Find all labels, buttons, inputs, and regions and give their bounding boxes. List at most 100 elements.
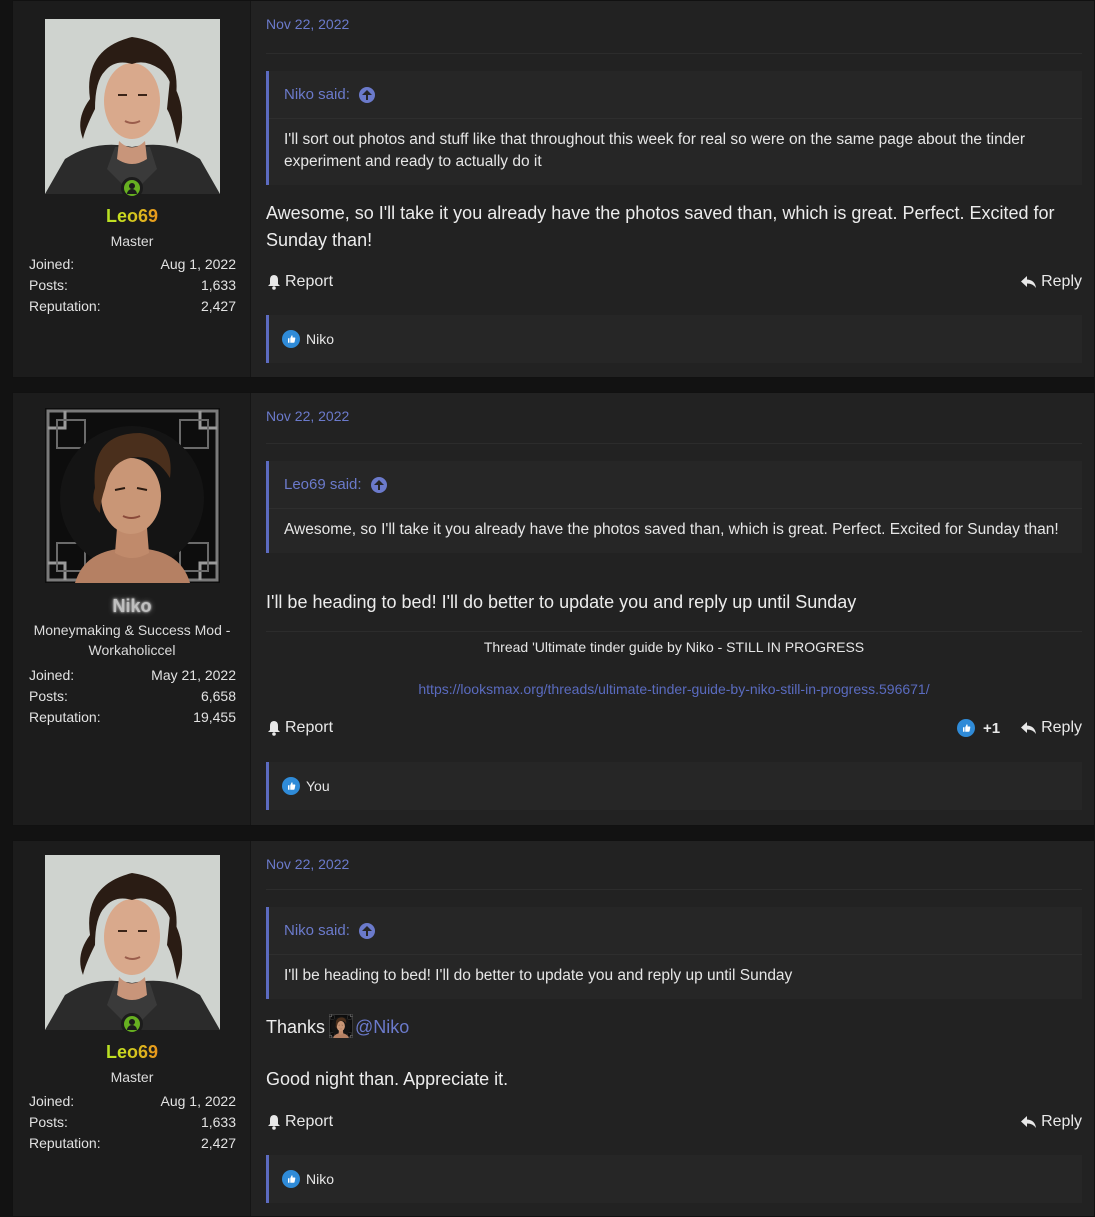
user-stats: Joined: Aug 1, 2022 Posts: 1,633 Reputatio…	[29, 1091, 236, 1154]
quote-block: Niko said: I'll be heading to bed! I'll …	[266, 907, 1082, 999]
reaction-summary[interactable]: +1	[956, 719, 1001, 737]
username[interactable]: Niko	[13, 596, 251, 617]
reply-icon	[1020, 1114, 1038, 1130]
message-body-2: Good night than. Appreciate it.	[266, 1069, 509, 1089]
report-label: Report	[285, 273, 334, 290]
reply-button[interactable]: Reply	[1020, 273, 1082, 291]
post-3: Leo69 Master Joined: Aug 1, 2022 Posts: 1,…	[12, 840, 1095, 1217]
jump-to-quote-icon[interactable]	[370, 476, 387, 493]
reply-button[interactable]: Reply	[1020, 719, 1082, 737]
joined-label: Joined:	[29, 1093, 75, 1109]
signature-title: Thread 'Ultimate tinder guide by Niko - …	[483, 639, 865, 655]
user-sidebar: Leo69 Master Joined: Aug 1, 2022 Posts: 1,…	[13, 841, 251, 1216]
joined-label: Joined:	[29, 667, 75, 683]
message-body: I'll be heading to bed! I'll do better t…	[266, 592, 857, 612]
reputation-value: 2,427	[200, 298, 236, 314]
divider	[266, 443, 1082, 444]
posts-value: 6,658	[200, 688, 236, 704]
reply-label: Reply	[1041, 273, 1082, 290]
username[interactable]: Leo69	[13, 206, 251, 227]
reply-icon	[1020, 720, 1038, 736]
user-mention[interactable]: @Niko	[355, 1017, 409, 1037]
avatar[interactable]	[45, 855, 220, 1030]
quote-text: I'll be heading to bed! I'll do better t…	[284, 967, 793, 984]
jump-to-quote-icon[interactable]	[358, 922, 375, 939]
reaction-users[interactable]: Niko	[306, 1171, 334, 1187]
online-indicator-icon	[121, 1013, 143, 1035]
user-stats: Joined: Aug 1, 2022 Posts: 1,633 Reputatio…	[29, 254, 236, 317]
report-button[interactable]: Report	[266, 273, 333, 291]
user-title: Master	[110, 233, 154, 249]
post-1: Leo69 Master Joined: Aug 1, 2022 Posts: 1,…	[12, 0, 1095, 378]
posts-value: 1,633	[200, 1114, 236, 1130]
like-icon	[282, 330, 300, 348]
reputation-label: Reputation:	[29, 1135, 101, 1151]
avatar[interactable]	[45, 408, 220, 583]
like-icon	[956, 719, 975, 737]
reply-button[interactable]: Reply	[1020, 1113, 1082, 1131]
report-label: Report	[285, 1113, 334, 1130]
bell-icon	[266, 274, 282, 290]
post-date[interactable]: Nov 22, 2022	[266, 856, 349, 872]
reactions-bar[interactable]: You	[266, 762, 1082, 810]
message-body: Awesome, so I'll take it you already hav…	[266, 203, 1055, 250]
post-content: Nov 22, 2022 Leo69 said: Awesome, so I'l…	[251, 393, 1094, 825]
posts-value: 1,633	[200, 277, 236, 293]
quote-author[interactable]: Niko said:	[269, 71, 1082, 119]
reply-label: Reply	[1041, 1113, 1082, 1130]
signature: Thread 'Ultimate tinder guide by Niko - …	[266, 639, 1082, 697]
divider	[266, 889, 1082, 890]
reaction-users[interactable]: You	[306, 778, 330, 794]
posts-label: Posts:	[29, 277, 68, 293]
like-icon	[282, 777, 300, 795]
joined-value: Aug 1, 2022	[160, 256, 236, 272]
user-sidebar: Leo69 Master Joined: Aug 1, 2022 Posts: 1,…	[13, 1, 251, 377]
joined-value: May 21, 2022	[151, 667, 236, 683]
user-title: Moneymaking & Success Mod - Workaholicce…	[33, 622, 231, 658]
posts-label: Posts:	[29, 688, 68, 704]
quote-author-text[interactable]: Niko said:	[284, 86, 350, 103]
reputation-label: Reputation:	[29, 709, 101, 725]
post-date[interactable]: Nov 22, 2022	[266, 408, 349, 424]
mention-avatar	[329, 1014, 353, 1038]
user-sidebar: Niko Moneymaking & Success Mod - Workaho…	[13, 393, 251, 825]
reputation-value: 19,455	[193, 709, 236, 725]
like-icon	[282, 1170, 300, 1188]
user-title: Master	[110, 1069, 154, 1085]
signature-link[interactable]: https://looksmax.org/threads/ultimate-ti…	[266, 681, 1082, 697]
bell-icon	[266, 720, 282, 736]
reputation-value: 2,427	[200, 1135, 236, 1151]
post-actions: Report Reply	[266, 1113, 1082, 1137]
posts-label: Posts:	[29, 1114, 68, 1130]
quote-author-text[interactable]: Niko said:	[284, 922, 350, 939]
message-body: Thanks @Niko	[266, 1014, 1074, 1041]
reaction-users[interactable]: Niko	[306, 331, 334, 347]
reaction-count: +1	[982, 719, 1001, 737]
report-button[interactable]: Report	[266, 719, 333, 737]
report-button[interactable]: Report	[266, 1113, 333, 1131]
jump-to-quote-icon[interactable]	[358, 86, 375, 103]
joined-label: Joined:	[29, 256, 75, 272]
quote-author[interactable]: Niko said:	[269, 907, 1082, 955]
post-date[interactable]: Nov 22, 2022	[266, 16, 349, 32]
user-stats: Joined: May 21, 2022 Posts: 6,658 Reputati…	[29, 665, 236, 728]
post-actions: Report Reply	[266, 273, 1082, 297]
reactions-bar[interactable]: Niko	[266, 1155, 1082, 1203]
username[interactable]: Leo69	[13, 1042, 251, 1063]
quote-text: Awesome, so I'll take it you already hav…	[284, 521, 1059, 538]
quote-author-text[interactable]: Leo69 said:	[284, 476, 362, 493]
signature-divider	[266, 631, 1082, 632]
joined-value: Aug 1, 2022	[160, 1093, 236, 1109]
bell-icon	[266, 1114, 282, 1130]
divider	[266, 53, 1082, 54]
reputation-label: Reputation:	[29, 298, 101, 314]
post-2: Niko Moneymaking & Success Mod - Workaho…	[12, 392, 1095, 826]
reactions-bar[interactable]: Niko	[266, 315, 1082, 363]
quote-author[interactable]: Leo69 said:	[269, 461, 1082, 509]
report-label: Report	[285, 719, 334, 736]
online-indicator-icon	[121, 177, 143, 199]
post-content: Nov 22, 2022 Niko said: I'll sort out ph…	[251, 1, 1094, 377]
reply-icon	[1020, 274, 1038, 290]
avatar[interactable]	[45, 19, 220, 194]
message-thanks: Thanks	[266, 1017, 326, 1037]
